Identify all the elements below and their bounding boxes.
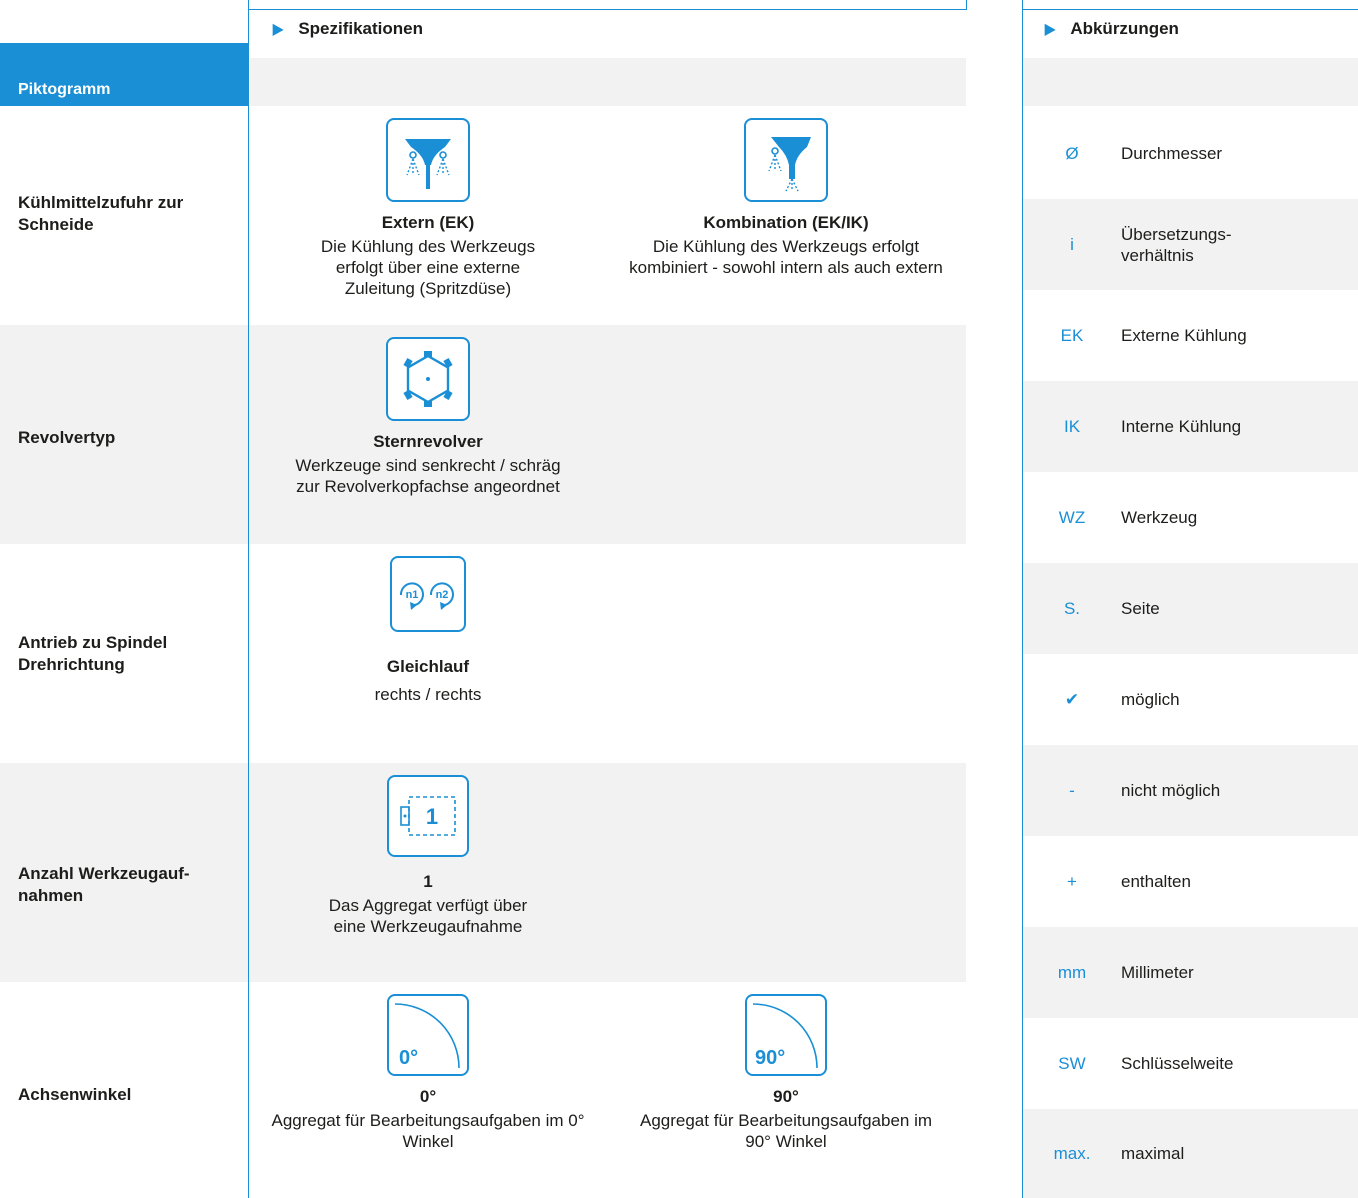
row-axis-angle: Achsenwinkel 0° 0° Aggregat für Bearbeit… xyxy=(0,982,966,1198)
cell-desc: Die Kühlung des Werkzeugs erfolgt über e… xyxy=(320,237,536,298)
cell-tool-holder-count: 1 1 Das Aggregat verfügt über eine Werkz… xyxy=(258,775,598,937)
cell-title: Sternrevolver xyxy=(373,432,483,451)
row-label-rotation: Antrieb zu Spindel Drehrichtung xyxy=(18,633,168,674)
rotation-direction-icon: n1 n2 xyxy=(390,556,466,632)
cell-title: Gleichlauf xyxy=(386,657,470,676)
abk-header-title: Abkürzungen xyxy=(1070,19,1179,38)
angle-90-icon: 90° xyxy=(745,994,827,1076)
triangle-right-icon: ▶ xyxy=(272,21,284,38)
cell-desc: Aggregat für Bearbeitungsaufgaben im 90°… xyxy=(639,1111,933,1151)
abk-symbol: - xyxy=(1069,780,1075,800)
abk-symbol: SW xyxy=(1058,1053,1086,1073)
cell-title: Extern (EK) xyxy=(381,213,475,232)
cell-combined-coolant: Kombination (EK/IK) Die Kühlung des Werk… xyxy=(616,118,956,278)
spec-left-rule xyxy=(248,0,249,1198)
cell-desc: Werkzeuge sind senkrecht / schräg zur Re… xyxy=(295,456,561,496)
star-turret-icon xyxy=(386,337,470,421)
abk-row: - nicht möglich xyxy=(1023,745,1358,836)
pikto-label: Piktogramm xyxy=(18,81,111,98)
abk-symbol: max. xyxy=(1053,1143,1091,1163)
abk-symbol: S. xyxy=(1063,598,1081,618)
row-turret-type: Revolvertyp Sternrevolver Werkzeuge sind… xyxy=(0,325,966,544)
cell-synchronous: n1 n2 Gleichlauf rechts / rechts xyxy=(258,556,598,705)
abk-text: Millimeter xyxy=(1121,963,1194,982)
abk-symbol: EK xyxy=(1060,325,1084,345)
specifications-table: ▶ Spezifikationen Piktogramm Kühlmittelz… xyxy=(0,0,967,1198)
cell-desc: Die Kühlung des Werkzeugs erfolgt kombin… xyxy=(629,237,943,277)
tool-holder-count-icon: 1 xyxy=(387,775,469,857)
abk-symbol: mm xyxy=(1057,962,1087,982)
cell-desc: rechts / rechts xyxy=(374,685,482,704)
abk-row: EK Externe Kühlung xyxy=(1023,290,1358,381)
abk-row: Ø Durchmesser xyxy=(1023,108,1358,199)
cell-desc: Aggregat für Bearbeitungsaufgaben im 0° … xyxy=(271,1111,585,1151)
row-coolant: Kühlmittelzufuhr zur Schneide Extern (EK… xyxy=(0,106,966,325)
check-icon: ✔ xyxy=(1064,689,1080,709)
abk-text: Interne Kühlung xyxy=(1121,417,1242,436)
cell-angle-90: 90° 90° Aggregat für Bearbeitungsaufgabe… xyxy=(616,994,956,1152)
abk-text: Schlüsselweite xyxy=(1121,1054,1234,1073)
abk-text: möglich xyxy=(1121,690,1180,709)
abk-header-band xyxy=(1023,58,1358,106)
abk-row: mm Millimeter xyxy=(1023,927,1358,1018)
abk-row: SW Schlüsselweite xyxy=(1023,1018,1358,1109)
row-label-turret: Revolvertyp xyxy=(18,428,116,447)
combined-coolant-icon xyxy=(744,118,828,202)
abk-row: + enthalten xyxy=(1023,836,1358,927)
abbreviations-table: ▶ Abkürzungen Ø Durchmesser i Übersetzun… xyxy=(1022,0,1358,1198)
abk-row: WZ Werkzeug xyxy=(1023,472,1358,563)
abk-row: max. maximal xyxy=(1023,1109,1358,1198)
cell-title: 0° xyxy=(419,1087,437,1106)
external-coolant-icon xyxy=(386,118,470,202)
cell-title: Kombination (EK/IK) xyxy=(703,213,869,232)
row-tool-holders: Anzahl Werkzeugauf-nahmen 1 1 Das Aggreg… xyxy=(0,763,966,982)
pikto-band xyxy=(250,58,966,106)
abk-symbol: i xyxy=(1070,234,1074,254)
row-label-coolant: Kühlmittelzufuhr zur Schneide xyxy=(18,193,184,234)
abk-text: nicht möglich xyxy=(1121,781,1221,800)
abk-symbol: WZ xyxy=(1058,507,1086,527)
abk-text: Durchmesser xyxy=(1121,144,1223,163)
angle-90-label: 90° xyxy=(755,1047,785,1069)
abk-symbol: Ø xyxy=(1065,143,1079,163)
row-rotation: Antrieb zu Spindel Drehrichtung n1 n2 Gl… xyxy=(0,544,966,763)
abk-row: ✔ möglich xyxy=(1023,654,1358,745)
abk-row: IK Interne Kühlung xyxy=(1023,381,1358,472)
cell-desc: Das Aggregat verfügt über eine Werkzeuga… xyxy=(328,896,528,936)
angle-0-label: 0° xyxy=(399,1047,418,1069)
pikto-label-block: Piktogramm xyxy=(0,43,248,106)
abk-symbol: IK xyxy=(1063,416,1081,436)
triangle-right-icon: ▶ xyxy=(1044,21,1056,38)
angle-0-icon: 0° xyxy=(387,994,469,1076)
cell-title: 1 xyxy=(423,872,433,891)
cell-angle-0: 0° 0° Aggregat für Bearbeitungsaufgaben … xyxy=(258,994,598,1152)
spec-section-header: ▶ Spezifikationen xyxy=(272,0,423,58)
abk-row: i Übersetzungs-verhältnis xyxy=(1023,199,1358,290)
cell-star-turret: Sternrevolver Werkzeuge sind senkrecht /… xyxy=(258,337,598,497)
abk-section-header: ▶ Abkürzungen xyxy=(1044,0,1179,58)
row-label-axis-angle: Achsenwinkel xyxy=(18,1085,132,1104)
row-label-tool-holders: Anzahl Werkzeugauf-nahmen xyxy=(18,864,190,905)
abk-text: maximal xyxy=(1121,1144,1185,1163)
n1-label: n1 xyxy=(406,589,419,601)
abk-text: enthalten xyxy=(1121,872,1191,891)
cell-external-coolant: Extern (EK) Die Kühlung des Werkzeugs er… xyxy=(258,118,598,299)
abk-row: S. Seite xyxy=(1023,563,1358,654)
spec-header-title: Spezifikationen xyxy=(298,19,423,38)
abk-text: Externe Kühlung xyxy=(1121,326,1247,345)
abk-text: Werkzeug xyxy=(1121,508,1198,527)
n2-label: n2 xyxy=(436,589,449,601)
cell-title: 90° xyxy=(773,1087,799,1106)
spec-right-rule-top xyxy=(966,0,967,10)
abk-text: Übersetzungs-verhältnis xyxy=(1121,224,1232,265)
abk-symbol: + xyxy=(1067,871,1077,891)
holder-count-label: 1 xyxy=(426,804,438,829)
abk-text: Seite xyxy=(1121,599,1160,618)
